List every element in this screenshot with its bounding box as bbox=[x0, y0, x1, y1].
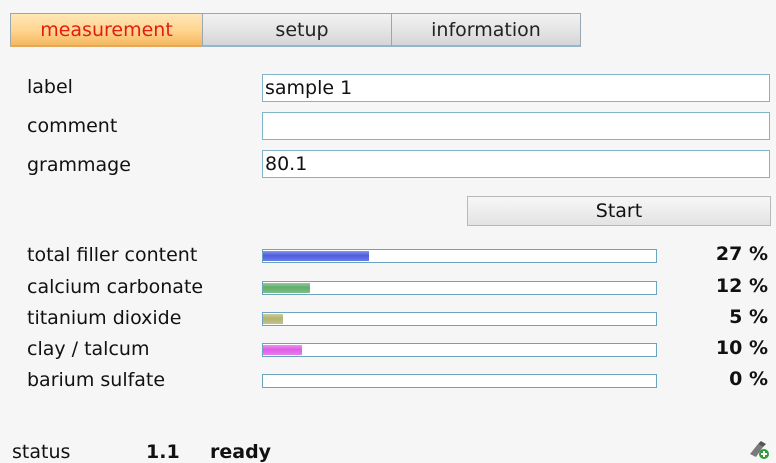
result-label: barium sulfate bbox=[27, 369, 166, 391]
result-bar-fill bbox=[263, 283, 310, 293]
result-bar bbox=[262, 343, 657, 357]
grammage-field-label: grammage bbox=[27, 154, 131, 176]
result-bar bbox=[262, 312, 657, 326]
usb-connected-icon bbox=[750, 441, 769, 459]
tab-bar: measurement setup information bbox=[10, 13, 582, 49]
result-bar-fill bbox=[263, 345, 302, 355]
status-label: status bbox=[12, 441, 71, 463]
start-button[interactable]: Start bbox=[467, 196, 771, 226]
result-percent: 0 % bbox=[729, 368, 768, 390]
result-bar bbox=[262, 281, 657, 295]
label-input-value: sample 1 bbox=[265, 77, 353, 99]
result-bar-fill bbox=[263, 251, 369, 261]
status-code: 1.1 bbox=[146, 441, 180, 463]
result-percent: 27 % bbox=[715, 243, 768, 265]
result-label: calcium carbonate bbox=[27, 276, 204, 298]
result-bar-fill bbox=[263, 314, 283, 324]
comment-field-label: comment bbox=[27, 115, 118, 137]
result-percent: 12 % bbox=[715, 275, 768, 297]
result-percent: 5 % bbox=[729, 306, 768, 328]
tab-setup[interactable]: setup bbox=[202, 13, 402, 47]
result-percent: 10 % bbox=[715, 337, 768, 359]
grammage-input[interactable]: 80.1 bbox=[262, 150, 770, 178]
result-label: clay / talcum bbox=[27, 338, 150, 360]
tab-measurement[interactable]: measurement bbox=[10, 13, 203, 47]
result-bar bbox=[262, 249, 657, 263]
label-field-label: label bbox=[27, 76, 73, 98]
tab-information[interactable]: information bbox=[391, 13, 581, 47]
result-bar bbox=[262, 374, 657, 388]
label-input[interactable]: sample 1 bbox=[262, 74, 770, 102]
grammage-input-value: 80.1 bbox=[265, 153, 308, 175]
comment-input[interactable] bbox=[262, 112, 770, 140]
status-text: ready bbox=[210, 441, 272, 463]
result-label: total filler content bbox=[27, 244, 198, 266]
result-label: titanium dioxide bbox=[27, 307, 182, 329]
